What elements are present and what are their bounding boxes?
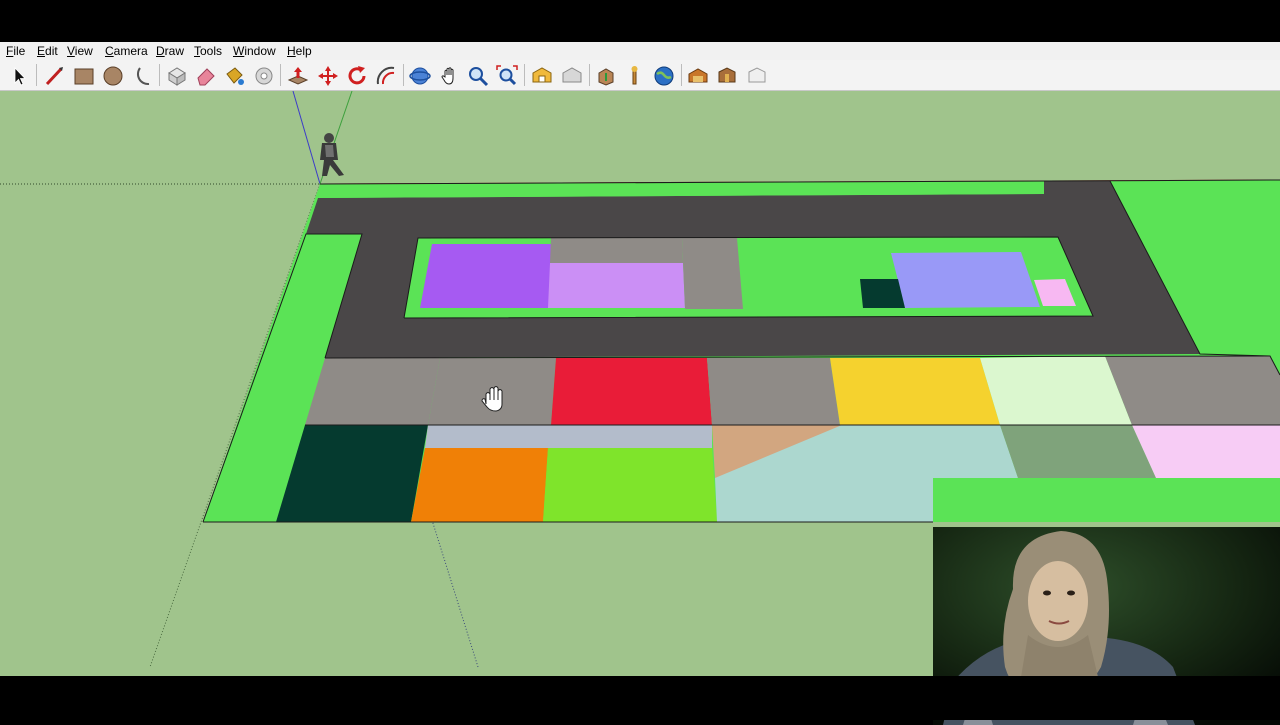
send-to-layout-icon[interactable]: [745, 64, 769, 88]
place-model-icon[interactable]: [622, 64, 646, 88]
select-icon[interactable]: [7, 64, 31, 88]
toolbar-divider: [159, 64, 160, 86]
menu-draw[interactable]: Draw: [156, 44, 184, 58]
plot-concrete-4[interactable]: [1105, 356, 1280, 425]
plot-steel-blue[interactable]: [425, 425, 712, 448]
extension-manager-icon[interactable]: [715, 64, 739, 88]
video-letterbox-bottom: [0, 676, 1280, 720]
menu-edit[interactable]: Edit: [37, 44, 58, 58]
plot-concrete-1[interactable]: [305, 358, 440, 425]
extension-warehouse-icon[interactable]: [686, 64, 710, 88]
sketchup-window: File Edit View Camera Draw Tools Window …: [0, 42, 1280, 725]
plot-lime[interactable]: [543, 448, 717, 522]
eraser-icon[interactable]: [194, 64, 218, 88]
rectangle-icon[interactable]: [72, 64, 96, 88]
line-icon[interactable]: [42, 64, 66, 88]
3d-warehouse-icon[interactable]: [530, 64, 554, 88]
plot-yellow[interactable]: [830, 358, 1000, 425]
large-tool-set-toolbar: [0, 60, 1280, 91]
plot-light-purple[interactable]: [548, 263, 685, 308]
menu-window[interactable]: Window: [233, 44, 276, 58]
circle-icon[interactable]: [101, 64, 125, 88]
offset-icon[interactable]: [374, 64, 398, 88]
plot-light-pink[interactable]: [1132, 425, 1280, 478]
menu-view[interactable]: View: [67, 44, 93, 58]
menu-tools[interactable]: Tools: [194, 44, 222, 58]
pan-icon[interactable]: [438, 64, 462, 88]
zoom-extents-icon[interactable]: [495, 64, 519, 88]
get-models-icon[interactable]: [594, 64, 618, 88]
plot-dark-green-small[interactable]: [860, 279, 905, 308]
toolbar-divider: [280, 64, 281, 86]
menu-bar: File Edit View Camera Draw Tools Window …: [0, 42, 1280, 60]
toolbar-divider: [681, 64, 682, 86]
plot-purple[interactable]: [420, 244, 551, 308]
push-pull-icon[interactable]: [286, 64, 310, 88]
zoom-icon[interactable]: [466, 64, 490, 88]
move-icon[interactable]: [316, 64, 340, 88]
plot-concrete-top[interactable]: [550, 238, 683, 263]
plot-orange[interactable]: [411, 448, 548, 522]
plot-red[interactable]: [551, 358, 712, 425]
tape-measure-icon[interactable]: [252, 64, 276, 88]
menu-camera[interactable]: Camera: [105, 44, 148, 58]
plot-concrete-right[interactable]: [682, 238, 743, 309]
menu-help[interactable]: Help: [287, 44, 312, 58]
orbit-icon[interactable]: [408, 64, 432, 88]
google-earth-icon[interactable]: [652, 64, 676, 88]
rotate-icon[interactable]: [345, 64, 369, 88]
arc-icon[interactable]: [130, 64, 154, 88]
toolbar-divider: [36, 64, 37, 86]
plot-periwinkle[interactable]: [891, 252, 1040, 308]
share-model-icon[interactable]: [560, 64, 584, 88]
toolbar-divider: [403, 64, 404, 86]
menu-file[interactable]: File: [6, 44, 25, 58]
make-component-icon[interactable]: [165, 64, 189, 88]
modeling-viewport[interactable]: [0, 91, 1280, 725]
plot-concrete-3[interactable]: [707, 358, 840, 425]
toolbar-divider: [589, 64, 590, 86]
paint-bucket-icon[interactable]: [222, 64, 246, 88]
plot-sage[interactable]: [1000, 425, 1156, 478]
toolbar-divider: [524, 64, 525, 86]
